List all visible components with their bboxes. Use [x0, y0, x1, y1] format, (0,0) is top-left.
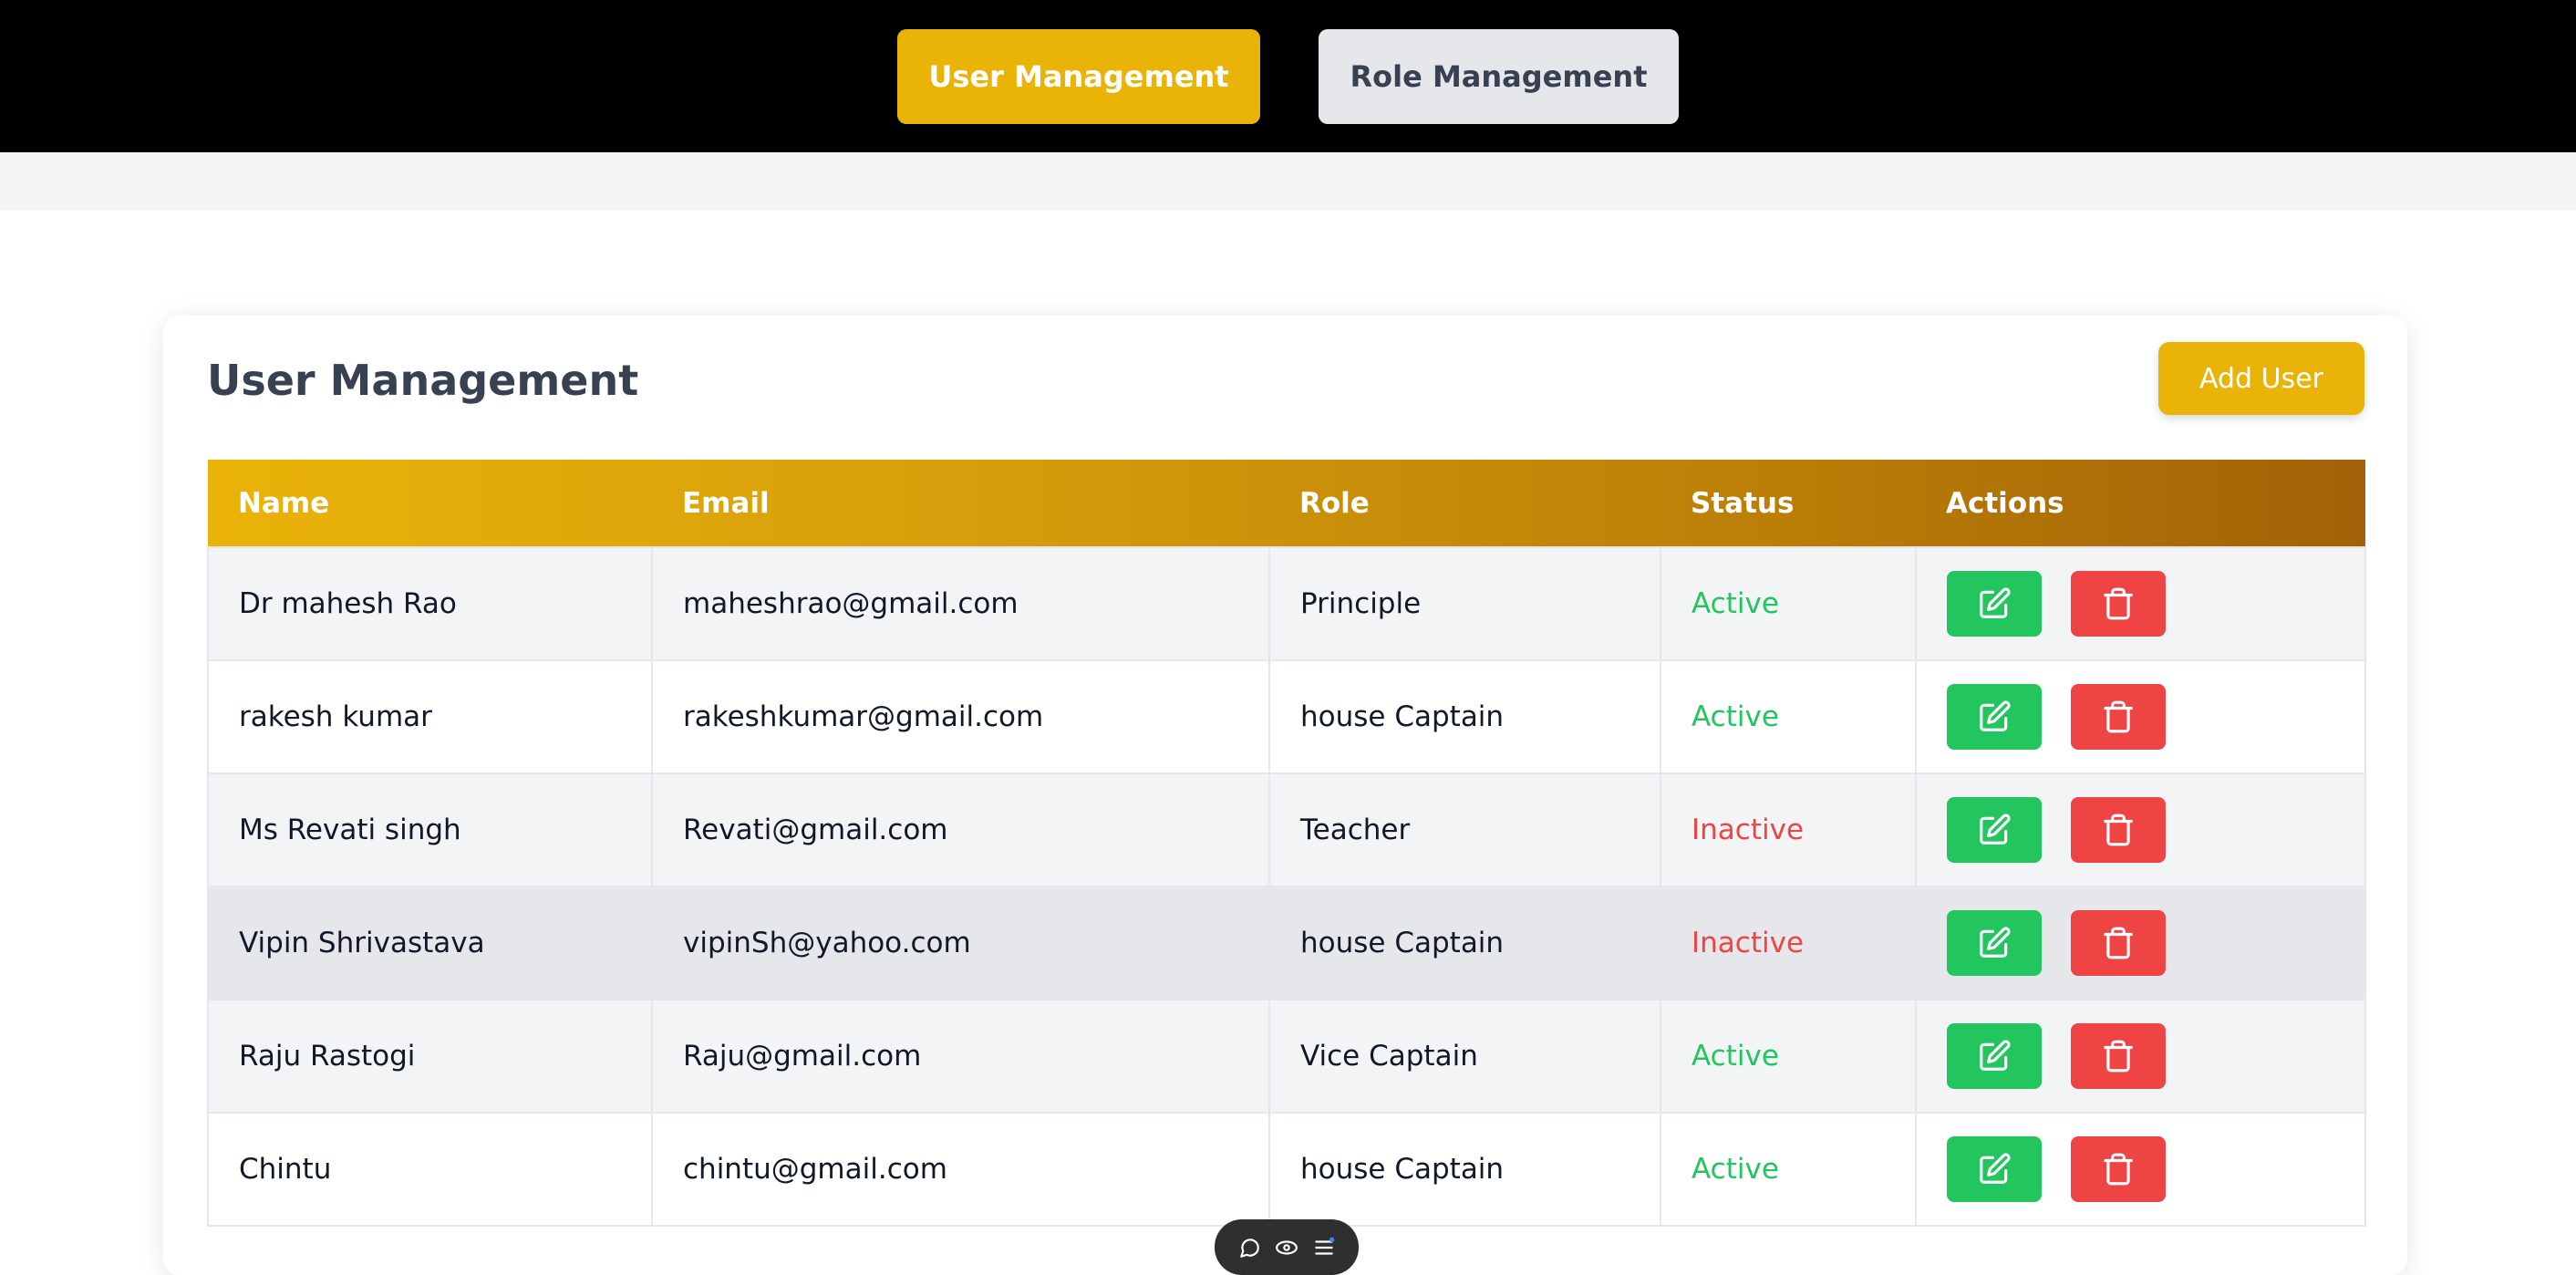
- table-row: rakesh kumar rakeshkumar@gmail.com house…: [207, 659, 2366, 774]
- cell-status: Active: [1660, 1112, 1917, 1227]
- edit-button[interactable]: [1947, 1136, 2042, 1202]
- table-row: Vipin Shrivastava vipinSh@yahoo.com hous…: [207, 886, 2366, 1000]
- cell-email: vipinSh@yahoo.com: [651, 886, 1270, 1000]
- table-body: Dr mahesh Rao maheshrao@gmail.com Princi…: [207, 546, 2366, 1227]
- add-user-button[interactable]: Add User: [2158, 342, 2364, 415]
- page-title: User Management: [207, 356, 639, 405]
- menu-icon[interactable]: [1312, 1236, 1336, 1259]
- delete-button[interactable]: [2071, 1136, 2166, 1202]
- edit-icon: [1980, 1153, 2011, 1184]
- edit-icon: [1980, 814, 2011, 845]
- cell-name: Ms Revati singh: [207, 772, 653, 887]
- cell-actions: [1915, 546, 2366, 661]
- cell-actions: [1915, 659, 2366, 774]
- cell-status: Active: [1660, 659, 1917, 774]
- edit-icon: [1980, 587, 2011, 618]
- column-header-name: Name: [238, 486, 330, 520]
- top-navigation-bar: User Management Role Management: [0, 0, 2576, 152]
- cell-role: Vice Captain: [1268, 999, 1661, 1114]
- cell-name: Vipin Shrivastava: [207, 886, 653, 1000]
- trash-icon: [2104, 814, 2133, 846]
- table-row: Ms Revati singh Revati@gmail.com Teacher…: [207, 772, 2366, 887]
- edit-icon: [1980, 1040, 2011, 1071]
- trash-icon: [2104, 700, 2133, 733]
- cell-email: maheshrao@gmail.com: [651, 546, 1270, 661]
- edit-button[interactable]: [1947, 910, 2042, 976]
- cell-actions: [1915, 1112, 2366, 1227]
- nav-role-management-button[interactable]: Role Management: [1319, 28, 1679, 124]
- delete-button[interactable]: [2071, 1023, 2166, 1089]
- edit-icon: [1980, 700, 2011, 731]
- cell-actions: [1915, 772, 2366, 887]
- column-header-role: Role: [1299, 486, 1370, 520]
- floating-toolbar: [1215, 1219, 1359, 1275]
- table-row: Raju Rastogi Raju@gmail.com Vice Captain…: [207, 999, 2366, 1114]
- delete-button[interactable]: [2071, 910, 2166, 976]
- cell-status: Active: [1660, 999, 1917, 1114]
- trash-icon: [2104, 587, 2133, 620]
- eye-icon[interactable]: [1275, 1236, 1298, 1259]
- edit-button[interactable]: [1947, 684, 2042, 750]
- cell-role: house Captain: [1268, 1112, 1661, 1227]
- users-table: Name Email Role Status Actions Dr mahesh…: [207, 460, 2366, 1227]
- cell-name: Dr mahesh Rao: [207, 546, 653, 661]
- table-row: Dr mahesh Rao maheshrao@gmail.com Princi…: [207, 546, 2366, 661]
- header-spacer: [0, 152, 2576, 211]
- cell-email: Raju@gmail.com: [651, 999, 1270, 1114]
- cell-status: Inactive: [1660, 772, 1917, 887]
- table-row: Chintu chintu@gmail.com house Captain Ac…: [207, 1112, 2366, 1227]
- cell-status: Active: [1660, 546, 1917, 661]
- column-header-email: Email: [682, 486, 770, 520]
- table-header-row: Name Email Role Status Actions: [208, 460, 2365, 547]
- edit-icon: [1980, 927, 2011, 958]
- cell-email: Revati@gmail.com: [651, 772, 1270, 887]
- cell-role: house Captain: [1268, 659, 1661, 774]
- edit-button[interactable]: [1947, 1023, 2042, 1089]
- delete-button[interactable]: [2071, 571, 2166, 637]
- cell-name: Raju Rastogi: [207, 999, 653, 1114]
- cell-name: Chintu: [207, 1112, 653, 1227]
- column-header-actions: Actions: [1946, 486, 2064, 520]
- cell-role: house Captain: [1268, 886, 1661, 1000]
- cell-status: Inactive: [1660, 886, 1917, 1000]
- trash-icon: [2104, 1153, 2133, 1186]
- edit-button[interactable]: [1947, 571, 2042, 637]
- cell-name: rakesh kumar: [207, 659, 653, 774]
- delete-button[interactable]: [2071, 797, 2166, 863]
- trash-icon: [2104, 927, 2133, 959]
- edit-button[interactable]: [1947, 797, 2042, 863]
- trash-icon: [2104, 1040, 2133, 1073]
- nav-user-management-button[interactable]: User Management: [897, 28, 1260, 124]
- delete-button[interactable]: [2071, 684, 2166, 750]
- cell-email: rakeshkumar@gmail.com: [651, 659, 1270, 774]
- cell-role: Teacher: [1268, 772, 1661, 887]
- user-management-card: User Management Add User Name Email Role…: [163, 316, 2407, 1275]
- cell-actions: [1915, 999, 2366, 1114]
- cell-role: Principle: [1268, 546, 1661, 661]
- cell-actions: [1915, 886, 2366, 1000]
- cell-email: chintu@gmail.com: [651, 1112, 1270, 1227]
- column-header-status: Status: [1691, 486, 1795, 520]
- chat-icon[interactable]: [1237, 1236, 1261, 1259]
